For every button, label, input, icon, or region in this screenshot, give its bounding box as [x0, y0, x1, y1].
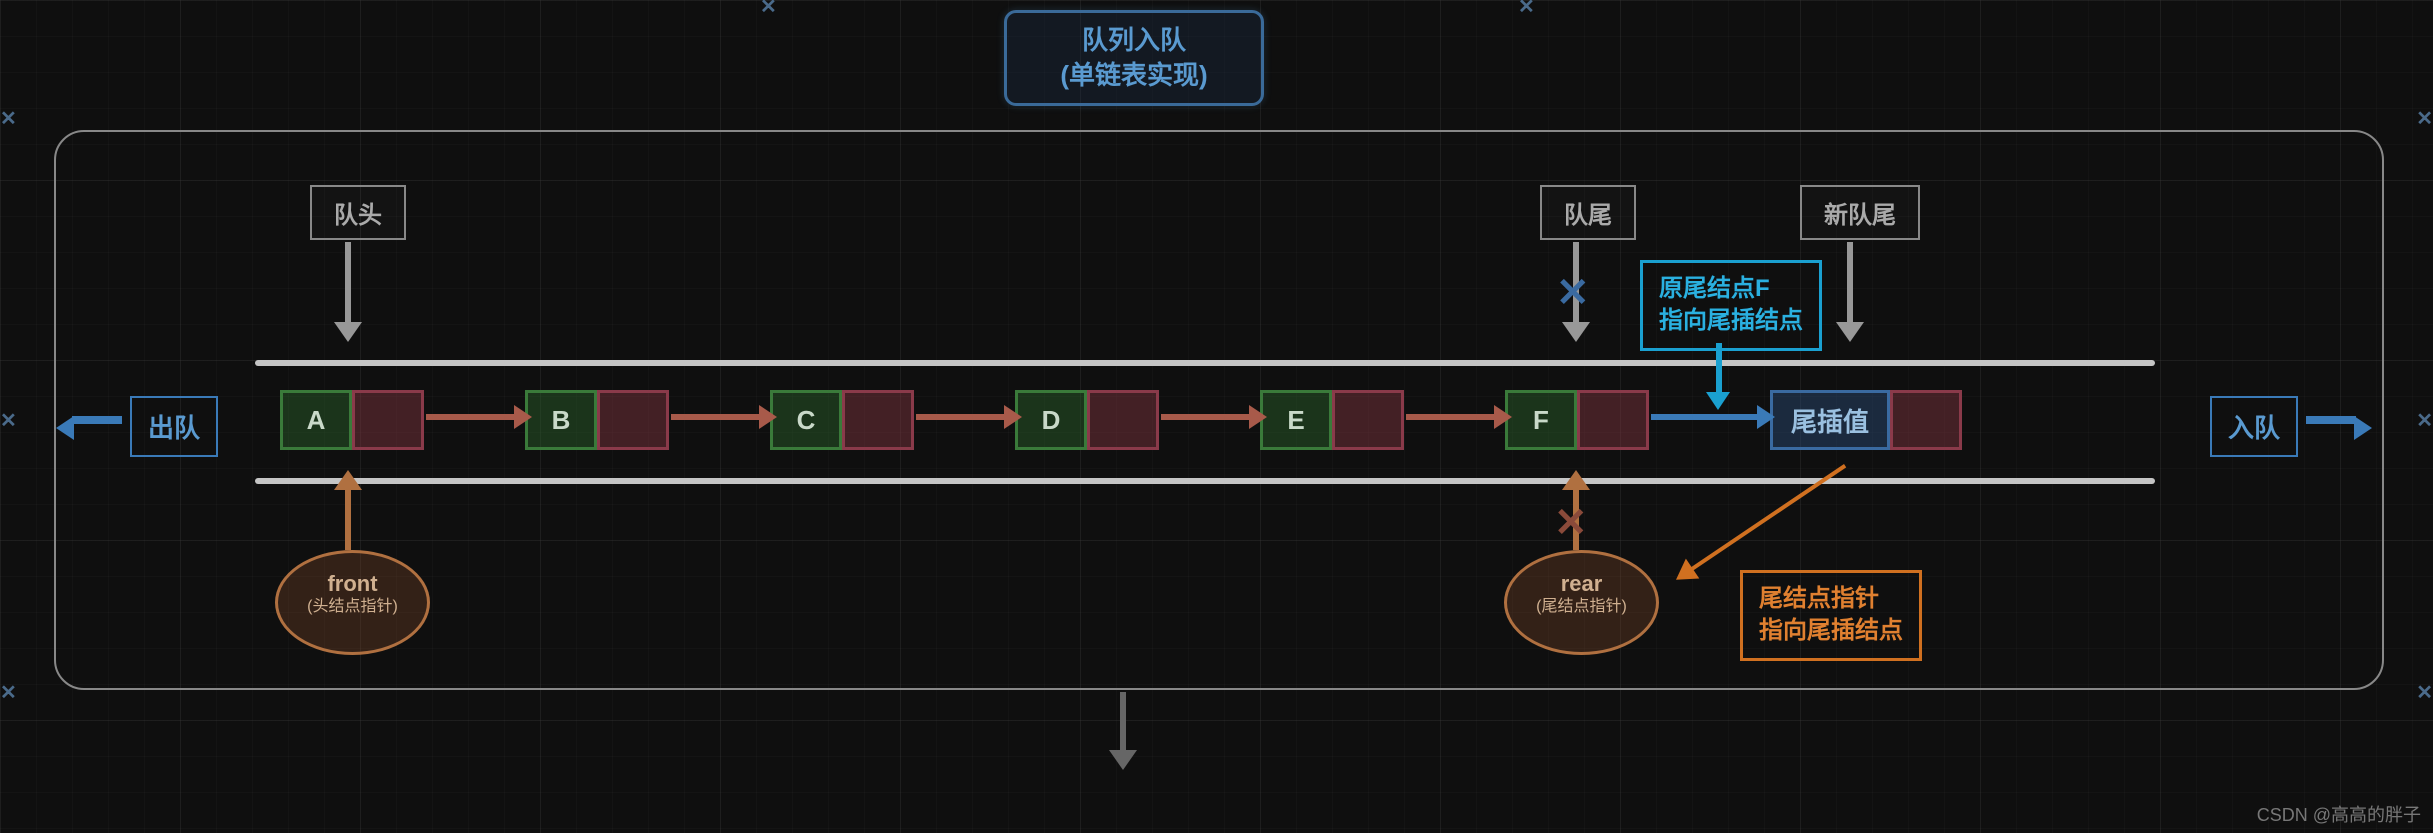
node-d: D [1015, 390, 1159, 450]
arrow-left-icon [72, 416, 122, 424]
link-f-new [1651, 414, 1759, 420]
node-b: B [525, 390, 669, 450]
old-tail-x-icon: ✕ [1556, 270, 1590, 316]
note-blue-connector [1716, 343, 1722, 395]
enqueue-label: 入队 [2210, 396, 2298, 457]
node-c: C [770, 390, 914, 450]
diagram-title: 队列入队 (单链表实现) [1004, 10, 1264, 106]
dequeue-label: 出队 [130, 396, 218, 457]
rear-pointer: rear (尾结点指针) [1504, 550, 1659, 655]
node-f: F [1505, 390, 1649, 450]
title-line1: 队列入队 [1025, 23, 1243, 58]
head-arrow [328, 242, 368, 342]
title-line2: (单链表实现) [1025, 58, 1243, 93]
queue-top-line [255, 360, 2155, 366]
node-e: E [1260, 390, 1404, 450]
bottom-arrowhead-icon [1109, 750, 1137, 770]
node-a: A [280, 390, 424, 450]
note-blue-arrowhead-icon [1706, 392, 1730, 410]
front-arrow [334, 470, 362, 550]
old-tail-label: 队尾 [1540, 185, 1636, 240]
new-tail-arrow [1830, 242, 1870, 342]
front-pointer: front (头结点指针) [275, 550, 430, 655]
queue-bottom-line [255, 478, 2155, 484]
node-new: 尾插值 [1770, 390, 1962, 450]
link-b-c [671, 414, 761, 420]
watermark: CSDN @高高的胖子 [2257, 801, 2421, 827]
note-orange: 尾结点指针 指向尾插结点 [1740, 570, 1922, 661]
rear-x-icon: ✕ [1554, 500, 1588, 546]
link-c-d [916, 414, 1006, 420]
arrow-right-icon [2306, 416, 2356, 424]
bottom-arrow-shaft [1120, 692, 1126, 752]
link-a-b [426, 414, 516, 420]
link-d-e [1161, 414, 1251, 420]
head-label: 队头 [310, 185, 406, 240]
new-tail-label: 新队尾 [1800, 185, 1920, 240]
link-e-f [1406, 414, 1496, 420]
note-blue: 原尾结点F 指向尾插结点 [1640, 260, 1822, 351]
